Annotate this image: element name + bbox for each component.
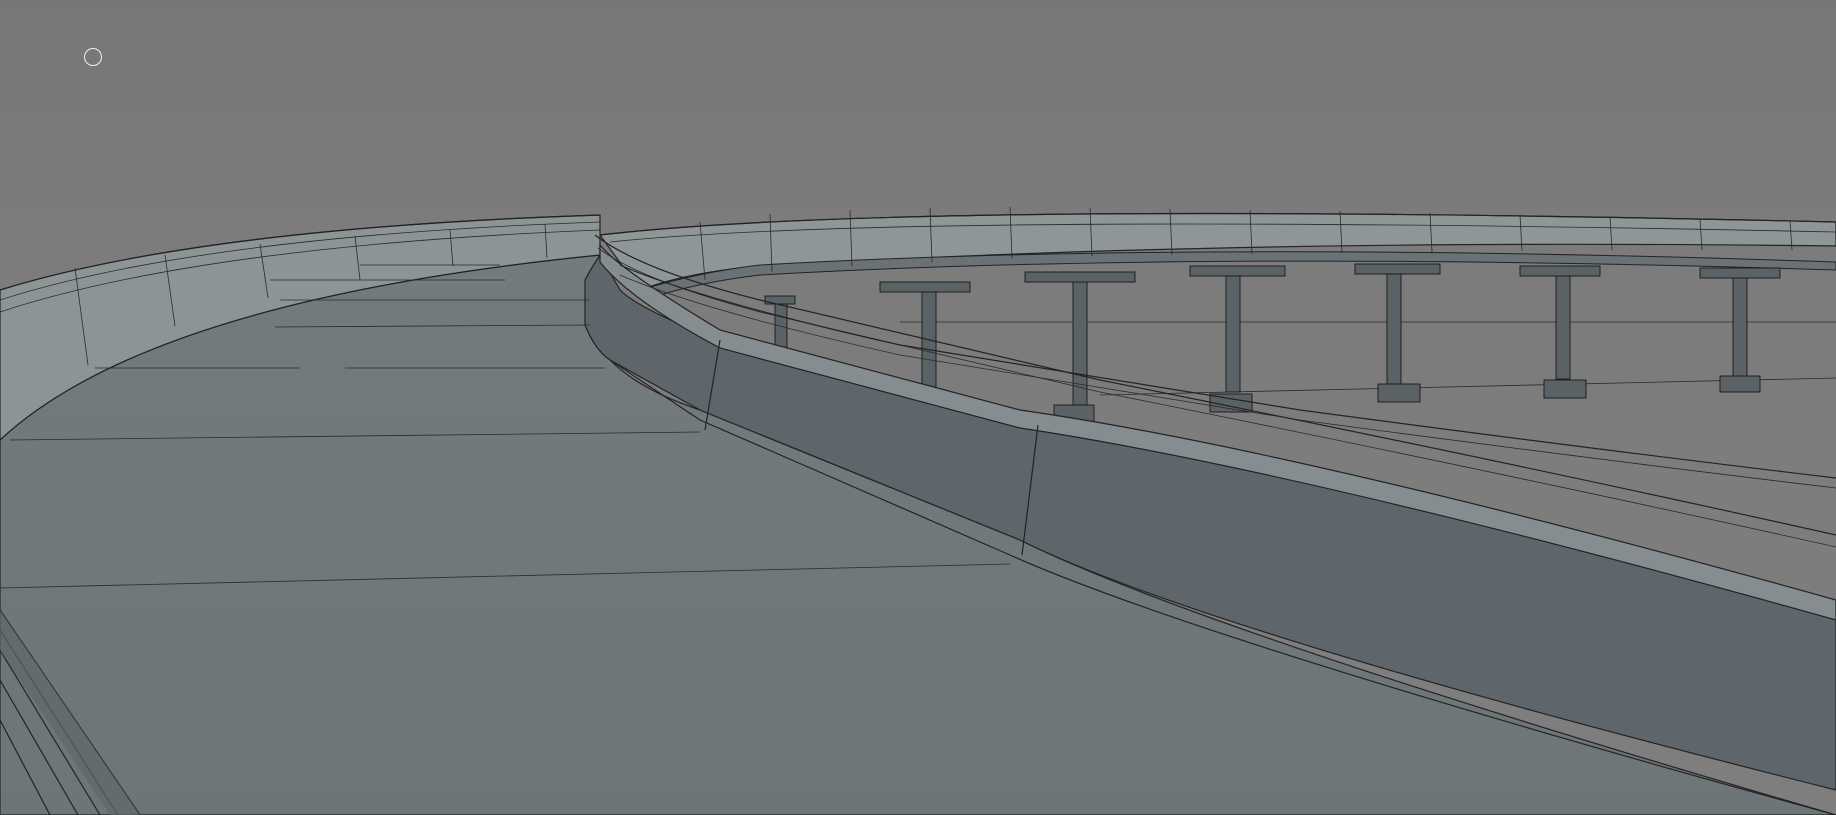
scene-render [0,206,1836,815]
circle-cursor-icon [84,48,102,66]
3d-viewport[interactable] [0,0,1836,815]
